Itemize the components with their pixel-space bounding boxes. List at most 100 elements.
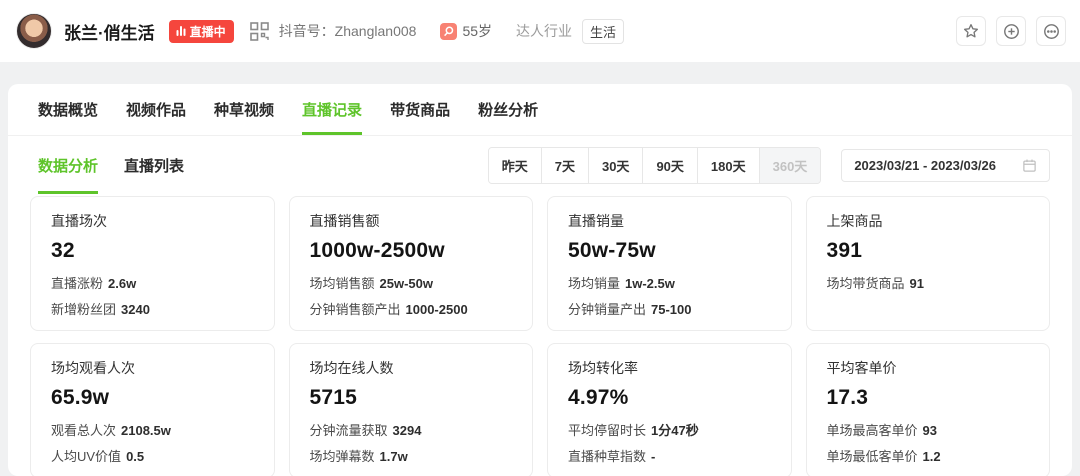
circle-ellipsis-icon [1043,23,1060,40]
card-title: 直播销量 [568,211,771,231]
card-subline-label: 分钟销售额产出 [310,302,401,317]
card-subline: 分钟销量产出 75-100 [568,299,771,318]
tab-fans-analysis[interactable]: 粉丝分析 [478,84,538,135]
card-lines: 直播涨粉2.6w 新增粉丝团 3240 [51,273,254,318]
header-actions [956,16,1066,46]
tab-promoted-products[interactable]: 带货商品 [390,84,450,135]
card-subline-label: 场均弹幕数 [310,449,375,464]
more-button[interactable] [1036,16,1066,46]
card-subline-value: 3240 [121,302,150,317]
card-subline-value: - [651,449,655,464]
card-lines: 平均停留时长 1分47秒直播种草指数- [568,420,771,465]
card-subline-value: 0.5 [126,449,144,464]
card-title: 直播销售额 [310,211,513,231]
card-subline-label: 新增粉丝团 [51,302,116,317]
card-subline: 分钟流量获取 3294 [310,420,513,439]
range-yesterday[interactable]: 昨天 [489,148,541,183]
card-value: 5715 [310,386,513,410]
card-subline: 场均带货商品 91 [827,273,1030,292]
card-subline-value: 91 [910,276,924,291]
card-value: 1000w-2500w [310,239,513,263]
card-lines: 分钟流量获取 3294 场均弹幕数 1.7w [310,420,513,465]
profile-name: 张兰·俏生活 [64,19,155,44]
subtab-data-analysis[interactable]: 数据分析 [38,136,98,194]
card-subline: 平均停留时长 1分47秒 [568,420,771,439]
card-lines: 场均带货商品 91 [827,273,1030,292]
card-subline-label: 分钟流量获取 [310,423,388,438]
female-gender-icon [440,23,457,40]
card-subline-label: 单场最低客单价 [827,449,918,464]
card-subline-value: 1.7w [380,449,408,464]
card-subline-value: 25w-50w [380,276,433,291]
live-status-badge[interactable]: 直播中 [169,20,234,43]
stat-card-avg-order-value: 平均客单价17.3单场最高客单价93单场最低客单价1.2 [806,343,1051,476]
card-subline-value: 1000-2500 [406,302,468,317]
card-subline: 人均UV价值 0.5 [51,446,254,465]
card-subline-label: 场均带货商品 [827,276,905,291]
card-subline-label: 平均停留时长 [568,423,646,438]
card-subline: 场均销量1w-2.5w [568,273,771,292]
sub-tabs: 数据分析直播列表 [38,136,184,194]
filters: 昨天7天30天90天180天360天 2023/03/21 - 2023/03/… [488,136,1050,194]
card-value: 32 [51,239,254,263]
sub-toolbar: 数据分析直播列表 昨天7天30天90天180天360天 2023/03/21 -… [8,136,1072,194]
date-range-value: 2023/03/21 - 2023/03/26 [854,158,996,173]
main-tabs: 数据概览视频作品种草视频直播记录带货商品粉丝分析 [8,84,1072,136]
subtab-live-list[interactable]: 直播列表 [124,136,184,194]
card-value: 391 [827,239,1030,263]
age-label: 55岁 [462,21,492,41]
favorite-button[interactable] [956,16,986,46]
range-90d[interactable]: 90天 [642,148,696,183]
card-lines: 观看总人次2108.5w 人均UV价值 0.5 [51,420,254,465]
card-title: 场均转化率 [568,358,771,378]
card-subline: 分钟销售额产出 1000-2500 [310,299,513,318]
card-subline: 直播涨粉2.6w [51,273,254,292]
card-subline: 观看总人次2108.5w [51,420,254,439]
range-30d[interactable]: 30天 [588,148,642,183]
industry-label: 达人行业 [516,21,572,41]
card-lines: 单场最高客单价 93 单场最低客单价 1.2 [827,420,1030,465]
card-subline-value: 1.2 [923,449,941,464]
card-title: 场均在线人数 [310,358,513,378]
card-lines: 场均销售额 25w-50w 分钟销售额产出 1000-2500 [310,273,513,318]
qr-code-icon[interactable] [250,22,269,41]
profile-header: 张兰·俏生活 直播中 抖音号：Zhanglan008 55岁 达人行业 生活 [0,0,1080,62]
industry-tag: 生活 [582,19,624,44]
card-subline-label: 场均销量 [568,276,620,291]
stat-card-live-sales-amount: 直播销售额 1000w-2500w 场均销售额 25w-50w 分钟销售额产出 1000-… [289,196,534,331]
add-compare-button[interactable] [996,16,1026,46]
card-subline-value: 3294 [393,423,422,438]
card-value: 50w-75w [568,239,771,263]
tab-live-records[interactable]: 直播记录 [302,84,362,135]
card-subline-value: 75-100 [651,302,691,317]
range-180d[interactable]: 180天 [697,148,759,183]
card-subline-label: 人均UV价值 [51,449,121,464]
card-subline: 直播种草指数- [568,446,771,465]
bar-chart-icon [176,26,186,36]
date-range-presets: 昨天7天30天90天180天360天 [488,147,822,184]
card-subline-value: 1分47秒 [651,423,699,438]
card-subline-label: 场均销售额 [310,276,375,291]
card-title: 场均观看人次 [51,358,254,378]
tab-video-works[interactable]: 视频作品 [126,84,186,135]
stat-card-listed-products: 上架商品 391 场均带货商品 91 [806,196,1051,331]
card-subline-value: 93 [923,423,937,438]
range-7d[interactable]: 7天 [541,148,588,183]
card-subline: 场均销售额 25w-50w [310,273,513,292]
douyin-id: 抖音号：Zhanglan008 [279,21,417,41]
avatar [16,13,52,49]
tab-seeding-videos[interactable]: 种草视频 [214,84,274,135]
range-360d[interactable]: 360天 [759,148,821,183]
card-subline-label: 单场最高客单价 [827,423,918,438]
card-subline-label: 分钟销量产出 [568,302,646,317]
calendar-icon [1022,158,1037,173]
card-title: 上架商品 [827,211,1030,231]
date-range-picker[interactable]: 2023/03/21 - 2023/03/26 [841,149,1050,182]
card-title: 平均客单价 [827,358,1030,378]
card-title: 直播场次 [51,211,254,231]
card-value: 65.9w [51,386,254,410]
card-subline: 场均弹幕数 1.7w [310,446,513,465]
main-panel: 数据概览视频作品种草视频直播记录带货商品粉丝分析 数据分析直播列表 昨天7天30… [8,84,1072,476]
tab-data-overview[interactable]: 数据概览 [38,84,98,135]
star-icon [963,23,979,39]
